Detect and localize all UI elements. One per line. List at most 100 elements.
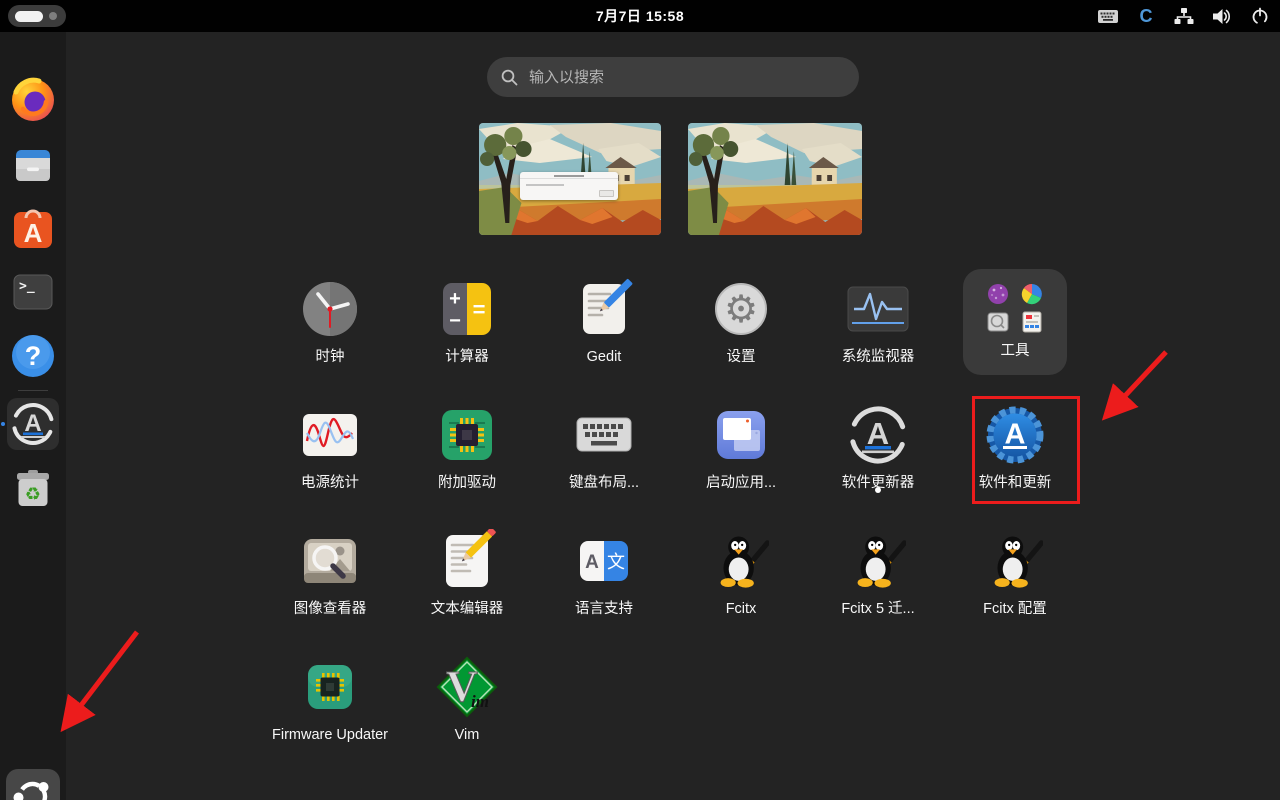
additional-drivers-icon xyxy=(435,403,499,467)
gedit-icon xyxy=(572,277,636,341)
search-icon xyxy=(501,69,518,86)
dock-item-files[interactable] xyxy=(9,140,57,188)
app-item-gedit[interactable]: Gedit xyxy=(544,277,664,366)
app-item-additional-drivers[interactable]: 附加驱动 xyxy=(407,403,527,492)
gnome-activities-overview: 7月7日 15:58 C xyxy=(0,0,1280,800)
help-question-mark: ? xyxy=(25,341,42,371)
app-label: 时钟 xyxy=(316,348,345,366)
calc-minus: − xyxy=(449,310,461,332)
app-item-startup-applications[interactable]: 启动应用... xyxy=(681,403,801,492)
vim-icon: V im xyxy=(435,655,499,719)
dock-item-terminal[interactable]: >_ xyxy=(9,268,57,316)
app-item-software-and-updates[interactable]: A 软件和更新 xyxy=(955,403,1075,492)
app-label: 电源统计 xyxy=(301,474,359,492)
calculator-icon: + − = xyxy=(435,277,499,341)
app-item-power-statistics[interactable]: 电源统计 xyxy=(270,403,390,492)
terminal-icon: >_ xyxy=(9,268,57,316)
clock-icon xyxy=(298,277,362,341)
startup-applications-icon xyxy=(709,403,773,467)
trash-icon: ♻ xyxy=(9,464,57,512)
app-item-keyboard-layout[interactable]: 键盘布局... xyxy=(544,403,664,492)
language-support-icon: A 文 xyxy=(572,529,636,593)
software-and-updates-icon: A xyxy=(983,403,1047,467)
firefox-icon xyxy=(9,76,57,124)
lang-a: A xyxy=(585,552,599,573)
running-indicator-dot xyxy=(875,487,881,493)
app-label: 系统监视器 xyxy=(842,348,915,366)
app-item-software-updater[interactable]: A 软件更新器 xyxy=(818,403,938,492)
wallpaper xyxy=(688,123,862,235)
workspace-dialog-window xyxy=(520,172,618,200)
keyboard-indicator-icon[interactable] xyxy=(1096,4,1120,28)
app-item-language-support[interactable]: A 文 语言支持 xyxy=(544,529,664,618)
top-bar: 7月7日 15:58 C xyxy=(0,0,1280,32)
app-item-fcitx[interactable]: Fcitx xyxy=(681,529,801,618)
text-editor-icon xyxy=(435,529,499,593)
disks-icon xyxy=(986,310,1010,334)
app-label: 语言支持 xyxy=(575,600,633,618)
app-item-system-monitor[interactable]: 系统监视器 xyxy=(818,277,938,366)
terminal-prompt: >_ xyxy=(19,279,35,294)
power-icon[interactable] xyxy=(1248,4,1272,28)
help-icon: ? xyxy=(9,332,57,380)
folder-label: 工具 xyxy=(1001,339,1030,360)
settings-gear-icon: ⚙ xyxy=(709,277,773,341)
app-item-vim[interactable]: V im Vim xyxy=(407,655,527,744)
network-wired-icon[interactable] xyxy=(1172,4,1196,28)
power-statistics-icon xyxy=(298,403,362,467)
app-item-image-viewer[interactable]: 图像查看器 xyxy=(270,529,390,618)
app-item-clock[interactable]: 时钟 xyxy=(270,277,390,366)
app-item-fcitx5-migrator[interactable]: Fcitx 5 迁... xyxy=(818,529,938,618)
fcitx-tux-icon xyxy=(713,533,769,589)
dash-dock: A >_ ? A xyxy=(0,32,66,800)
app-label: 设置 xyxy=(727,348,756,366)
disk-usage-pie-icon xyxy=(1020,282,1044,306)
app-label: Fcitx 配置 xyxy=(983,600,1047,618)
logs-document-icon xyxy=(1020,310,1044,334)
dock-item-help[interactable]: ? xyxy=(9,332,57,380)
fcitx-input-icon[interactable]: C xyxy=(1134,4,1158,28)
app-label: 图像查看器 xyxy=(294,600,367,618)
workspace-thumbnail-1[interactable] xyxy=(479,123,661,235)
ubuntu-software-a: A xyxy=(24,218,43,248)
system-status-area: C xyxy=(1096,0,1272,32)
ubuntu-software-icon: A xyxy=(9,204,57,252)
app-folder-tools[interactable]: 工具 xyxy=(963,269,1067,375)
software-properties-icon: A xyxy=(9,400,57,448)
app-label: 计算器 xyxy=(445,348,489,366)
dock-item-software-properties[interactable]: A xyxy=(9,400,57,448)
app-label: Fcitx 5 迁... xyxy=(841,600,914,618)
app-item-fcitx-config[interactable]: Fcitx 配置 xyxy=(955,529,1075,618)
app-label: Gedit xyxy=(587,348,622,366)
folder-preview-grid xyxy=(986,282,1044,334)
system-monitor-icon xyxy=(846,277,910,341)
image-viewer-icon xyxy=(298,529,362,593)
app-label: Firmware Updater xyxy=(272,726,388,744)
show-applications-button[interactable] xyxy=(9,772,57,800)
app-item-calculator[interactable]: + − = 计算器 xyxy=(407,277,527,366)
fcitx-tux-icon xyxy=(850,533,906,589)
dock-item-ubuntu-software[interactable]: A xyxy=(9,204,57,252)
search-bar[interactable] xyxy=(487,57,859,97)
fcitx-tux-icon xyxy=(987,533,1043,589)
dock-separator xyxy=(18,390,48,391)
calc-plus: + xyxy=(449,288,461,310)
ubuntu-logo-icon xyxy=(9,772,57,800)
volume-icon[interactable] xyxy=(1210,4,1234,28)
dock-running-indicator xyxy=(1,422,5,426)
keyboard-layout-icon xyxy=(572,403,636,467)
workspace-thumbnail-2[interactable] xyxy=(688,123,862,235)
app-item-settings[interactable]: ⚙ 设置 xyxy=(681,277,801,366)
characters-globe-icon xyxy=(986,282,1010,306)
search-input[interactable] xyxy=(527,68,845,87)
dock-item-firefox[interactable] xyxy=(9,76,57,124)
updater-a: A xyxy=(867,416,889,451)
clock-label[interactable]: 7月7日 15:58 xyxy=(0,0,1280,32)
files-icon xyxy=(9,140,57,188)
recycle-glyph: ♻ xyxy=(25,484,41,504)
app-item-firmware-updater[interactable]: Firmware Updater xyxy=(270,655,390,744)
app-item-text-editor[interactable]: 文本编辑器 xyxy=(407,529,527,618)
dock-item-trash[interactable]: ♻ xyxy=(9,464,57,512)
software-updater-icon: A xyxy=(846,403,910,467)
app-label: 附加驱动 xyxy=(438,474,496,492)
